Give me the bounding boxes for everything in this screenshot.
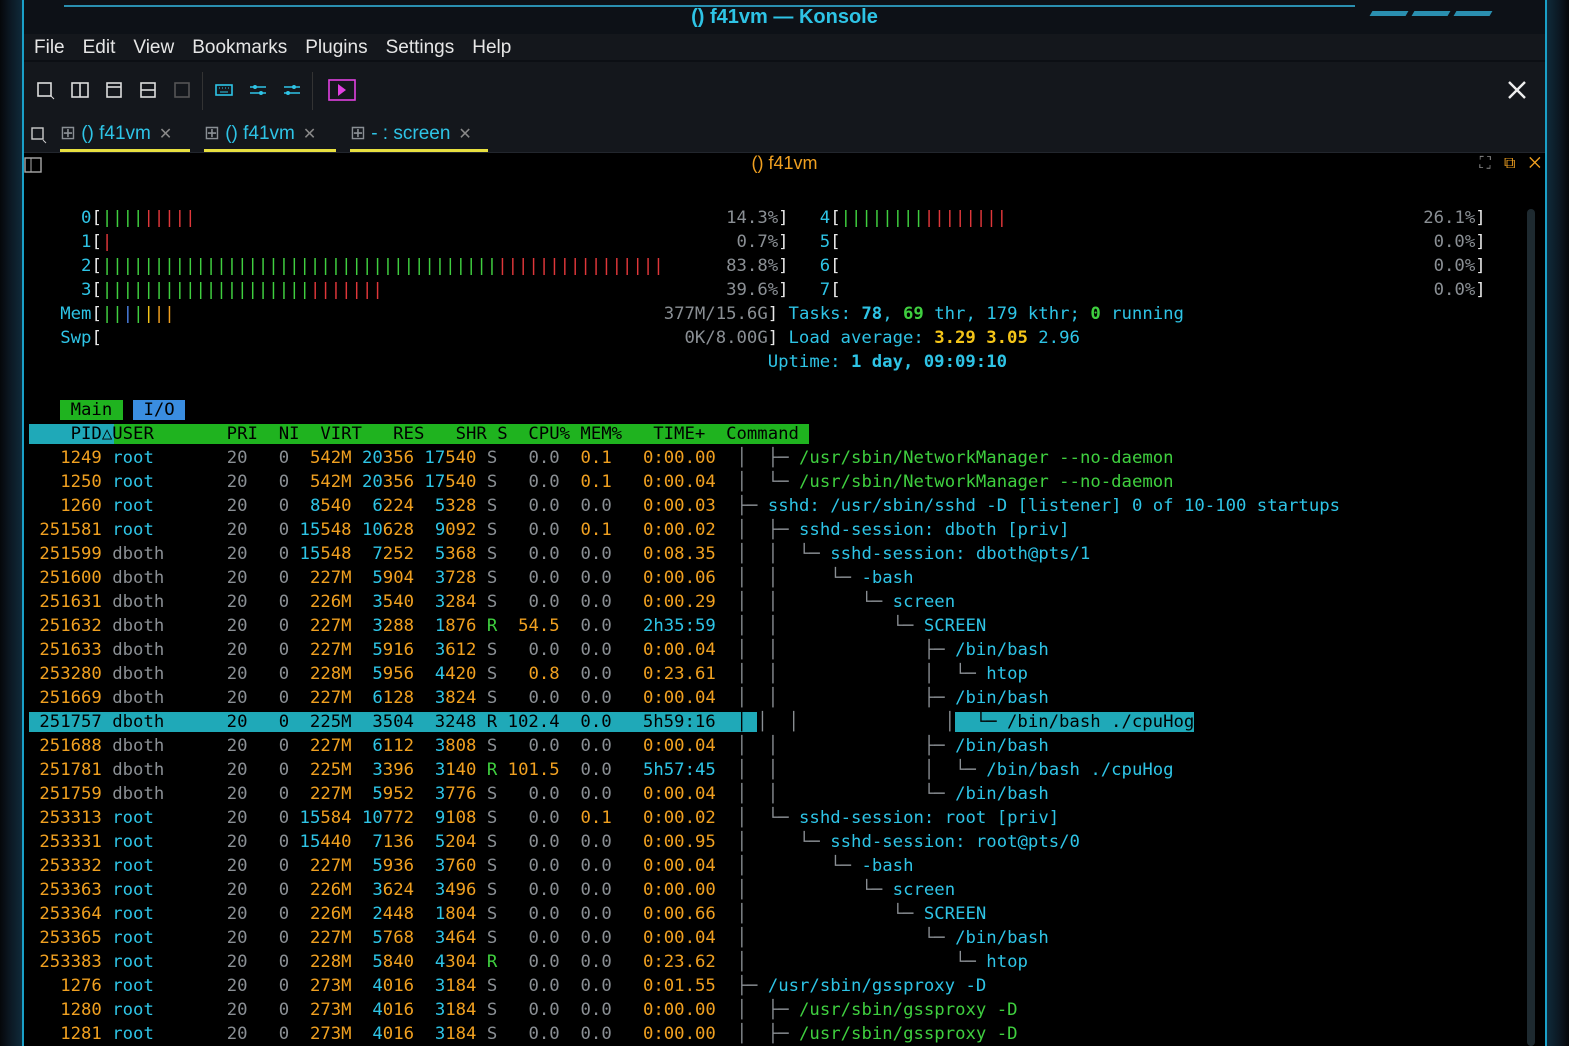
toolbar-separator <box>312 72 313 110</box>
process-row[interactable]: 253313 root 20 0 15584 10772 9108 S 0.0 … <box>29 806 1486 830</box>
menu-view[interactable]: View <box>123 34 182 59</box>
process-row[interactable]: 253383 root 20 0 228M 5840 4304 R 0.0 0.… <box>29 950 1486 974</box>
tab-io: I/O <box>133 400 186 420</box>
terminal-pane[interactable]: () f41vm ⛶ ⧉ ✕ 0[||||||||| 14.3%] 4[||||… <box>24 153 1545 1046</box>
process-row[interactable]: 1276 root 20 0 273M 4016 3184 S 0.0 0.0 … <box>29 974 1486 998</box>
tab-f41vm-2[interactable]: ⊞ () f41vm ✕ <box>204 122 336 152</box>
terminal-icon: ⊞ <box>350 123 372 144</box>
tab-screen[interactable]: ⊞ - : screen ✕ <box>350 122 488 152</box>
window-decoration <box>1365 3 1505 16</box>
process-row[interactable]: 251669 dboth 20 0 227M 6128 3824 S 0.0 0… <box>29 686 1486 710</box>
menu-help[interactable]: Help <box>462 34 519 59</box>
tab-f41vm-1[interactable]: ⊞ () f41vm ✕ <box>60 122 190 152</box>
tab-underline <box>350 149 488 152</box>
terminal-icon: ⊞ <box>60 123 82 144</box>
tab-underline <box>204 149 336 152</box>
process-row[interactable]: 253364 root 20 0 226M 2448 1804 S 0.0 0.… <box>29 902 1486 926</box>
scrollbar[interactable] <box>1527 209 1535 1046</box>
terminal-controls: ⛶ ⧉ ✕ <box>1479 155 1541 173</box>
close-pane-icon[interactable]: ✕ <box>1529 155 1541 172</box>
tab-label: - : screen <box>371 123 451 144</box>
process-row[interactable]: 1250 root 20 0 542M 20356 17540 S 0.0 0.… <box>29 470 1486 494</box>
maximize-icon[interactable]: ⛶ <box>1479 155 1490 172</box>
process-row[interactable]: 253365 root 20 0 227M 5768 3464 S 0.0 0.… <box>29 926 1486 950</box>
menu-file[interactable]: File <box>24 34 73 59</box>
process-row[interactable]: 251633 dboth 20 0 227M 5916 3612 S 0.0 0… <box>29 638 1486 662</box>
htop-screen[interactable]: 0[||||||||| 14.3%] 4[|||||||||||||||| 26… <box>29 206 1486 1046</box>
process-row[interactable]: 253332 root 20 0 227M 5936 3760 S 0.0 0.… <box>29 854 1486 878</box>
tab-bar: ⊞ () f41vm ✕ ⊞ () f41vm ✕ ⊞ - : screen ✕ <box>24 118 1545 154</box>
tab-close-icon[interactable]: ✕ <box>303 126 316 143</box>
cpu-meter-row: 1[| 0.7%] 5[ 0.0%] <box>81 232 1486 252</box>
column-header-row: PID△USER PRI NI VIRT RES SHR S CPU% MEM%… <box>29 424 810 444</box>
split-horizontal-icon[interactable] <box>104 80 124 100</box>
menu-bookmarks[interactable]: Bookmarks <box>182 34 295 59</box>
process-row[interactable]: 251688 dboth 20 0 227M 6112 3808 S 0.0 0… <box>29 734 1486 758</box>
sliders-icon[interactable] <box>248 80 268 100</box>
window-left-edge <box>0 0 24 1046</box>
tab-label: () f41vm <box>81 123 151 144</box>
process-row[interactable]: 251581 root 20 0 15548 10628 9092 S 0.0 … <box>29 518 1486 542</box>
keyboard-icon[interactable] <box>214 80 234 100</box>
uptime-row: Uptime: 1 day, 09:09:10 <box>767 352 1008 372</box>
process-row[interactable]: 251631 dboth 20 0 226M 3540 3284 S 0.0 0… <box>29 590 1486 614</box>
tab-close-icon[interactable]: ✕ <box>458 126 471 143</box>
menu-edit[interactable]: Edit <box>73 34 124 59</box>
process-row[interactable]: 251781 dboth 20 0 225M 3396 3140 R 101.5… <box>29 758 1486 782</box>
process-row[interactable]: 253331 root 20 0 15440 7136 5204 S 0.0 0… <box>29 830 1486 854</box>
toolbar <box>24 62 1545 118</box>
window-title: () f41vm — Konsole <box>691 6 878 28</box>
process-row[interactable]: 251600 dboth 20 0 227M 5904 3728 S 0.0 0… <box>29 566 1486 590</box>
blank-row <box>29 374 1486 398</box>
cpu-meter-row: 2[||||||||||||||||||||||||||||||||||||||… <box>81 256 1486 276</box>
menu-bar: File Edit View Bookmarks Plugins Settings Help <box>24 34 1545 60</box>
split-vertical-icon[interactable] <box>138 80 158 100</box>
tab-label: () f41vm <box>225 123 295 144</box>
window-right-edge <box>1545 0 1569 1046</box>
process-row[interactable]: 253363 root 20 0 226M 3624 3496 S 0.0 0.… <box>29 878 1486 902</box>
process-row[interactable]: 251632 dboth 20 0 227M 3288 1876 R 54.5 … <box>29 614 1486 638</box>
process-row[interactable]: 1249 root 20 0 542M 20356 17540 S 0.0 0.… <box>29 446 1486 470</box>
tab-main: Main <box>60 400 123 420</box>
process-row[interactable]: 251599 dboth 20 0 15548 7252 5368 S 0.0 … <box>29 542 1486 566</box>
cpu-meter-row: 3[||||||||||||||||||||||||||| 39.6%] 7[ … <box>81 280 1486 300</box>
detach-icon[interactable]: ⧉ <box>1504 155 1515 172</box>
close-icon[interactable] <box>1505 78 1529 102</box>
close-view-icon[interactable] <box>172 80 192 100</box>
new-tab-menu-icon[interactable] <box>30 126 48 144</box>
title-bar[interactable]: () f41vm — Konsole <box>24 0 1545 34</box>
process-row[interactable]: 251759 dboth 20 0 227M 5952 3776 S 0.0 0… <box>29 782 1486 806</box>
new-tab-icon[interactable] <box>36 80 56 100</box>
tab-close-icon[interactable]: ✕ <box>159 126 172 143</box>
sliders-alt-icon[interactable] <box>282 80 302 100</box>
menu-plugins[interactable]: Plugins <box>295 34 375 59</box>
folder-icon[interactable] <box>328 78 356 102</box>
tab-underline <box>60 149 190 152</box>
terminal-title: () f41vm <box>751 153 818 173</box>
process-row-selected[interactable]: 251757 dboth 20 0 225M 3504 3248 R 102.4… <box>29 710 1486 734</box>
process-row[interactable]: 253280 dboth 20 0 228M 5956 4420 S 0.8 0… <box>29 662 1486 686</box>
konsole-window: () f41vm — Konsole File Edit View Bookmarks… <box>0 0 1569 1046</box>
mem-meter-row: Mem[||||||| 377M/15.6G] Tasks: 78, 69 th… <box>60 304 1184 324</box>
process-row[interactable]: 1260 root 20 0 8540 6224 5328 S 0.0 0.0 … <box>29 494 1486 518</box>
toolbar-separator <box>202 72 203 110</box>
cpu-meter-row: 0[||||||||| 14.3%] 4[|||||||||||||||| 26… <box>81 208 1486 228</box>
terminal-icon: ⊞ <box>204 123 226 144</box>
process-row[interactable]: 1280 root 20 0 273M 4016 3184 S 0.0 0.0 … <box>29 998 1486 1022</box>
htop-tabs-row: Main I/O <box>29 398 1486 422</box>
swap-meter-row: Swp[ 0K/8.00G] Load average: 3.29 3.05 2… <box>60 328 1080 348</box>
menu-settings[interactable]: Settings <box>376 34 463 59</box>
process-row[interactable]: 1281 root 20 0 273M 4016 3184 S 0.0 0.0 … <box>29 1022 1486 1046</box>
split-view-icon[interactable] <box>70 80 90 100</box>
